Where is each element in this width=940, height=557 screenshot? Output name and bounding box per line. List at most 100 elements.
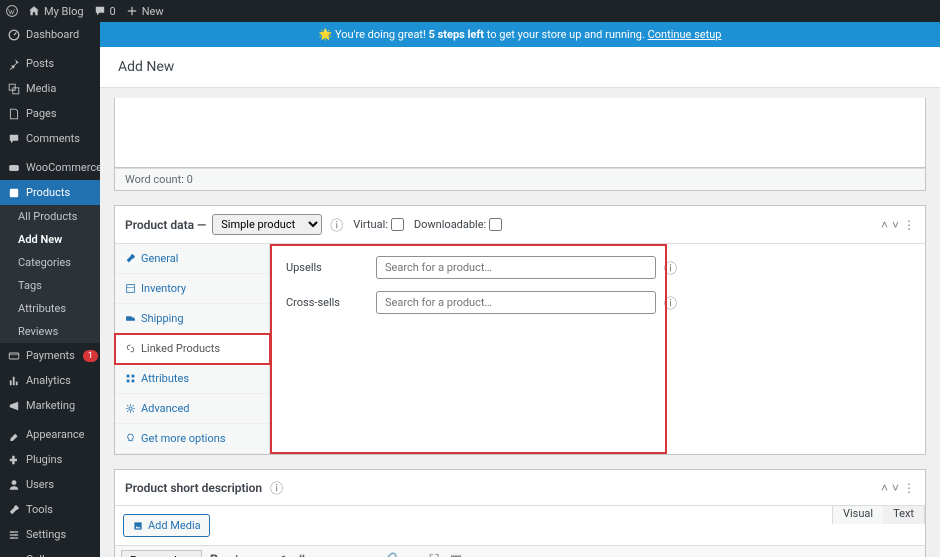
quote-button[interactable]: ❝: [292, 551, 312, 557]
page-icon: [8, 108, 20, 120]
upsells-label: Upsells: [286, 261, 376, 274]
tab-inventory[interactable]: Inventory: [115, 274, 269, 304]
help-icon[interactable]: ⓘ: [664, 258, 677, 277]
submenu-reviews[interactable]: Reviews: [0, 320, 100, 343]
users-icon: [8, 479, 20, 491]
products-submenu: All Products Add New Categories Tags Att…: [0, 205, 100, 343]
settings-icon: [8, 529, 20, 541]
menu-woocommerce[interactable]: WooCommerce: [0, 155, 100, 180]
new-content-link[interactable]: New: [126, 5, 164, 18]
media-icon: [8, 83, 20, 95]
cross-sells-input[interactable]: [376, 291, 656, 314]
more-button[interactable]: ―: [402, 551, 422, 557]
submenu-all-products[interactable]: All Products: [0, 205, 100, 228]
tab-attributes[interactable]: Attributes: [115, 364, 269, 394]
comments-link[interactable]: 0: [94, 5, 116, 18]
virtual-checkbox[interactable]: [391, 218, 404, 231]
menu-payments[interactable]: Payments1: [0, 343, 100, 368]
menu-media[interactable]: Media: [0, 76, 100, 101]
wp-logo[interactable]: [6, 5, 18, 17]
setup-banner: 🌟 You're doing great! 5 steps left to ge…: [100, 22, 940, 47]
product-data-title: Product data —: [125, 218, 206, 232]
fullscreen-button[interactable]: ⛶: [424, 551, 444, 557]
submenu-tags[interactable]: Tags: [0, 274, 100, 297]
submenu-add-new[interactable]: Add New: [0, 228, 100, 251]
format-select[interactable]: Paragraph: [121, 550, 202, 557]
comment-icon: [8, 133, 20, 145]
continue-setup-link[interactable]: Continue setup: [648, 28, 722, 41]
toolbar-toggle-button[interactable]: ▦: [446, 551, 466, 557]
menu-dashboard[interactable]: Dashboard: [0, 22, 100, 47]
panel-menu-toggle[interactable]: ⋮: [903, 481, 915, 495]
help-icon[interactable]: ⓘ: [270, 478, 283, 497]
menu-products[interactable]: Products: [0, 180, 100, 205]
comments-count: 0: [110, 5, 116, 18]
site-name-link[interactable]: My Blog: [28, 5, 84, 18]
align-left-button[interactable]: ≡: [314, 551, 334, 557]
tools-icon: [8, 504, 20, 516]
analytics-icon: [8, 375, 20, 387]
menu-pages[interactable]: Pages: [0, 101, 100, 126]
menu-posts[interactable]: Posts: [0, 51, 100, 76]
media-icon: [132, 520, 144, 532]
bold-button[interactable]: B: [204, 551, 224, 557]
link-button[interactable]: 🔗: [380, 551, 400, 557]
linked-products-content: Upsells ⓘ Cross-sells ⓘ: [270, 244, 925, 454]
upsells-input[interactable]: [376, 256, 656, 279]
text-tab[interactable]: Text: [883, 506, 924, 524]
bullet-list-button[interactable]: ≡•: [248, 551, 268, 557]
wrench-icon: [125, 253, 136, 264]
marketing-icon: [8, 400, 20, 412]
menu-tools[interactable]: Tools: [0, 497, 100, 522]
add-media-button[interactable]: Add Media: [123, 514, 210, 537]
panel-down-toggle[interactable]: ˅: [892, 218, 899, 232]
menu-users[interactable]: Users: [0, 472, 100, 497]
menu-comments[interactable]: Comments: [0, 126, 100, 151]
main-editor-body[interactable]: [114, 98, 926, 168]
pin-icon: [8, 58, 20, 70]
virtual-label: Virtual:: [353, 218, 388, 231]
menu-appearance[interactable]: Appearance: [0, 422, 100, 447]
plus-icon: [126, 5, 138, 17]
align-center-button[interactable]: ≡: [336, 551, 356, 557]
dashboard-icon: [8, 29, 20, 41]
submenu-attributes[interactable]: Attributes: [0, 297, 100, 320]
tab-shipping[interactable]: Shipping: [115, 304, 269, 334]
link-icon: [125, 343, 136, 354]
visual-tab[interactable]: Visual: [833, 506, 883, 524]
downloadable-label: Downloadable:: [414, 218, 486, 231]
admin-sidebar: Dashboard Posts Media Pages Comments Woo…: [0, 22, 100, 557]
short-description-panel: Product short description ⓘ ˄ ˅ ⋮ Add Me…: [114, 469, 926, 557]
tab-general[interactable]: General: [115, 244, 269, 274]
tab-advanced[interactable]: Advanced: [115, 394, 269, 424]
menu-plugins[interactable]: Plugins: [0, 447, 100, 472]
panel-up-toggle[interactable]: ˄: [881, 218, 888, 232]
downloadable-checkbox[interactable]: [489, 218, 502, 231]
help-icon[interactable]: ⓘ: [330, 215, 343, 234]
submenu-categories[interactable]: Categories: [0, 251, 100, 274]
help-icon[interactable]: ⓘ: [664, 293, 677, 312]
lightbulb-icon: [125, 433, 136, 444]
menu-settings[interactable]: Settings: [0, 522, 100, 547]
products-icon: [8, 187, 20, 199]
panel-menu-toggle[interactable]: ⋮: [903, 218, 915, 232]
tab-linked-products[interactable]: Linked Products: [115, 334, 270, 364]
italic-button[interactable]: I: [226, 551, 246, 557]
inventory-icon: [125, 283, 136, 294]
menu-marketing[interactable]: Marketing: [0, 393, 100, 418]
comment-icon: [94, 5, 106, 17]
tab-get-more[interactable]: Get more options: [115, 424, 269, 454]
site-name: My Blog: [44, 5, 84, 18]
payments-icon: [8, 350, 20, 362]
panel-up-toggle[interactable]: ˄: [881, 481, 888, 495]
align-right-button[interactable]: ≡: [358, 551, 378, 557]
menu-analytics[interactable]: Analytics: [0, 368, 100, 393]
product-data-tabs: General Inventory Shipping Linked Produc…: [115, 244, 270, 454]
home-icon: [28, 5, 40, 17]
menu-collapse[interactable]: Collapse menu: [0, 547, 100, 557]
page-title: Add New: [100, 47, 940, 88]
panel-down-toggle[interactable]: ˅: [892, 481, 899, 495]
product-type-select[interactable]: Simple product: [212, 214, 322, 235]
numbered-list-button[interactable]: ≡1: [270, 551, 290, 557]
plugins-icon: [8, 454, 20, 466]
